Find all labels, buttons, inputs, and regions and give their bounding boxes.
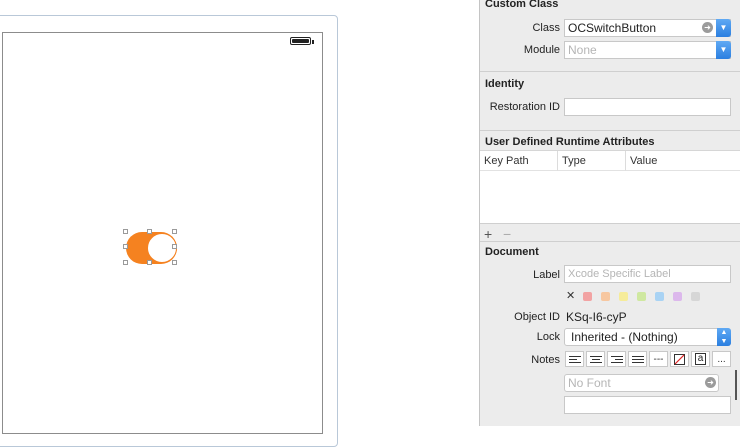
restoration-id-label: Restoration ID: [489, 101, 560, 113]
no-color-icon[interactable]: [670, 351, 689, 367]
document-title: Document: [485, 246, 539, 258]
add-attribute-button[interactable]: +: [484, 226, 492, 242]
runtime-attributes-title: User Defined Runtime Attributes: [485, 136, 655, 148]
align-right-icon[interactable]: [607, 351, 626, 367]
column-type[interactable]: Type: [558, 151, 626, 171]
label-color-red[interactable]: [583, 292, 592, 301]
label-color-gray[interactable]: [691, 292, 700, 301]
label-color-yellow[interactable]: [619, 292, 628, 301]
text-color-glyph: a: [694, 353, 707, 365]
object-id-label: Object ID: [514, 311, 560, 323]
battery-tip: [312, 40, 314, 44]
text-color-icon[interactable]: a: [691, 351, 710, 367]
label-label: Label: [533, 269, 560, 281]
custom-class-title: Custom Class: [485, 0, 559, 10]
go-to-class-icon[interactable]: ➜: [702, 22, 713, 33]
divider: [480, 71, 740, 72]
resize-handle[interactable]: [147, 260, 152, 265]
more-options-icon[interactable]: ...: [712, 351, 731, 367]
runtime-attributes-table[interactable]: Key Path Type Value: [480, 150, 740, 224]
label-color-orange[interactable]: [601, 292, 610, 301]
label-color-purple[interactable]: [673, 292, 682, 301]
lock-label: Lock: [536, 331, 560, 343]
identity-title: Identity: [485, 78, 525, 90]
divider: [480, 130, 740, 131]
lock-value: Inherited - (Nothing): [571, 330, 678, 344]
font-picker-icon[interactable]: ➜: [705, 377, 716, 388]
object-id-value: KSq-I6-cyP: [566, 310, 627, 324]
remove-attribute-button[interactable]: −: [503, 226, 511, 242]
stepper-icon[interactable]: ▲ ▼: [717, 328, 731, 346]
label-color-blue[interactable]: [655, 292, 664, 301]
resize-handle[interactable]: [123, 229, 128, 234]
identity-inspector: Custom Class Class OCSwitchButton ➜ ▼ Mo…: [479, 0, 740, 426]
align-left-icon[interactable]: [565, 351, 584, 367]
column-value[interactable]: Value: [626, 151, 740, 171]
resize-handle[interactable]: [172, 244, 177, 249]
separator-icon[interactable]: ---: [649, 351, 668, 367]
chevron-down-icon[interactable]: ▼: [716, 41, 731, 59]
module-placeholder: None: [568, 43, 597, 57]
restoration-id-field[interactable]: [564, 98, 731, 116]
module-combo[interactable]: None ▼: [564, 41, 731, 59]
battery-icon: [290, 37, 311, 45]
notes-font-placeholder: No Font: [568, 376, 611, 390]
divider: [480, 241, 740, 242]
label-color-green[interactable]: [637, 292, 646, 301]
resize-handle[interactable]: [172, 260, 177, 265]
class-label: Class: [532, 22, 560, 34]
notes-font-field[interactable]: No Font ➜: [564, 374, 719, 392]
notes-text-field[interactable]: [564, 396, 731, 414]
clear-label-color-icon[interactable]: ✕: [566, 289, 575, 302]
resize-handle[interactable]: [123, 260, 128, 265]
lock-popup[interactable]: Inherited - (Nothing) ▲ ▼: [564, 328, 731, 346]
xcode-label-field[interactable]: Xcode Specific Label: [564, 265, 731, 283]
resize-handle[interactable]: [147, 229, 152, 234]
justify-icon[interactable]: [628, 351, 647, 367]
resize-handle[interactable]: [123, 244, 128, 249]
class-combo[interactable]: OCSwitchButton ➜ ▼: [564, 19, 731, 37]
chevron-down-icon[interactable]: ▼: [716, 19, 731, 37]
storyboard-canvas[interactable]: [0, 0, 479, 447]
scrollbar[interactable]: [735, 370, 737, 400]
module-label: Module: [523, 44, 560, 56]
notes-label: Notes: [531, 354, 560, 366]
column-key-path[interactable]: Key Path: [480, 151, 558, 171]
class-value: OCSwitchButton: [568, 21, 657, 35]
resize-handle[interactable]: [172, 229, 177, 234]
align-center-icon[interactable]: [586, 351, 605, 367]
